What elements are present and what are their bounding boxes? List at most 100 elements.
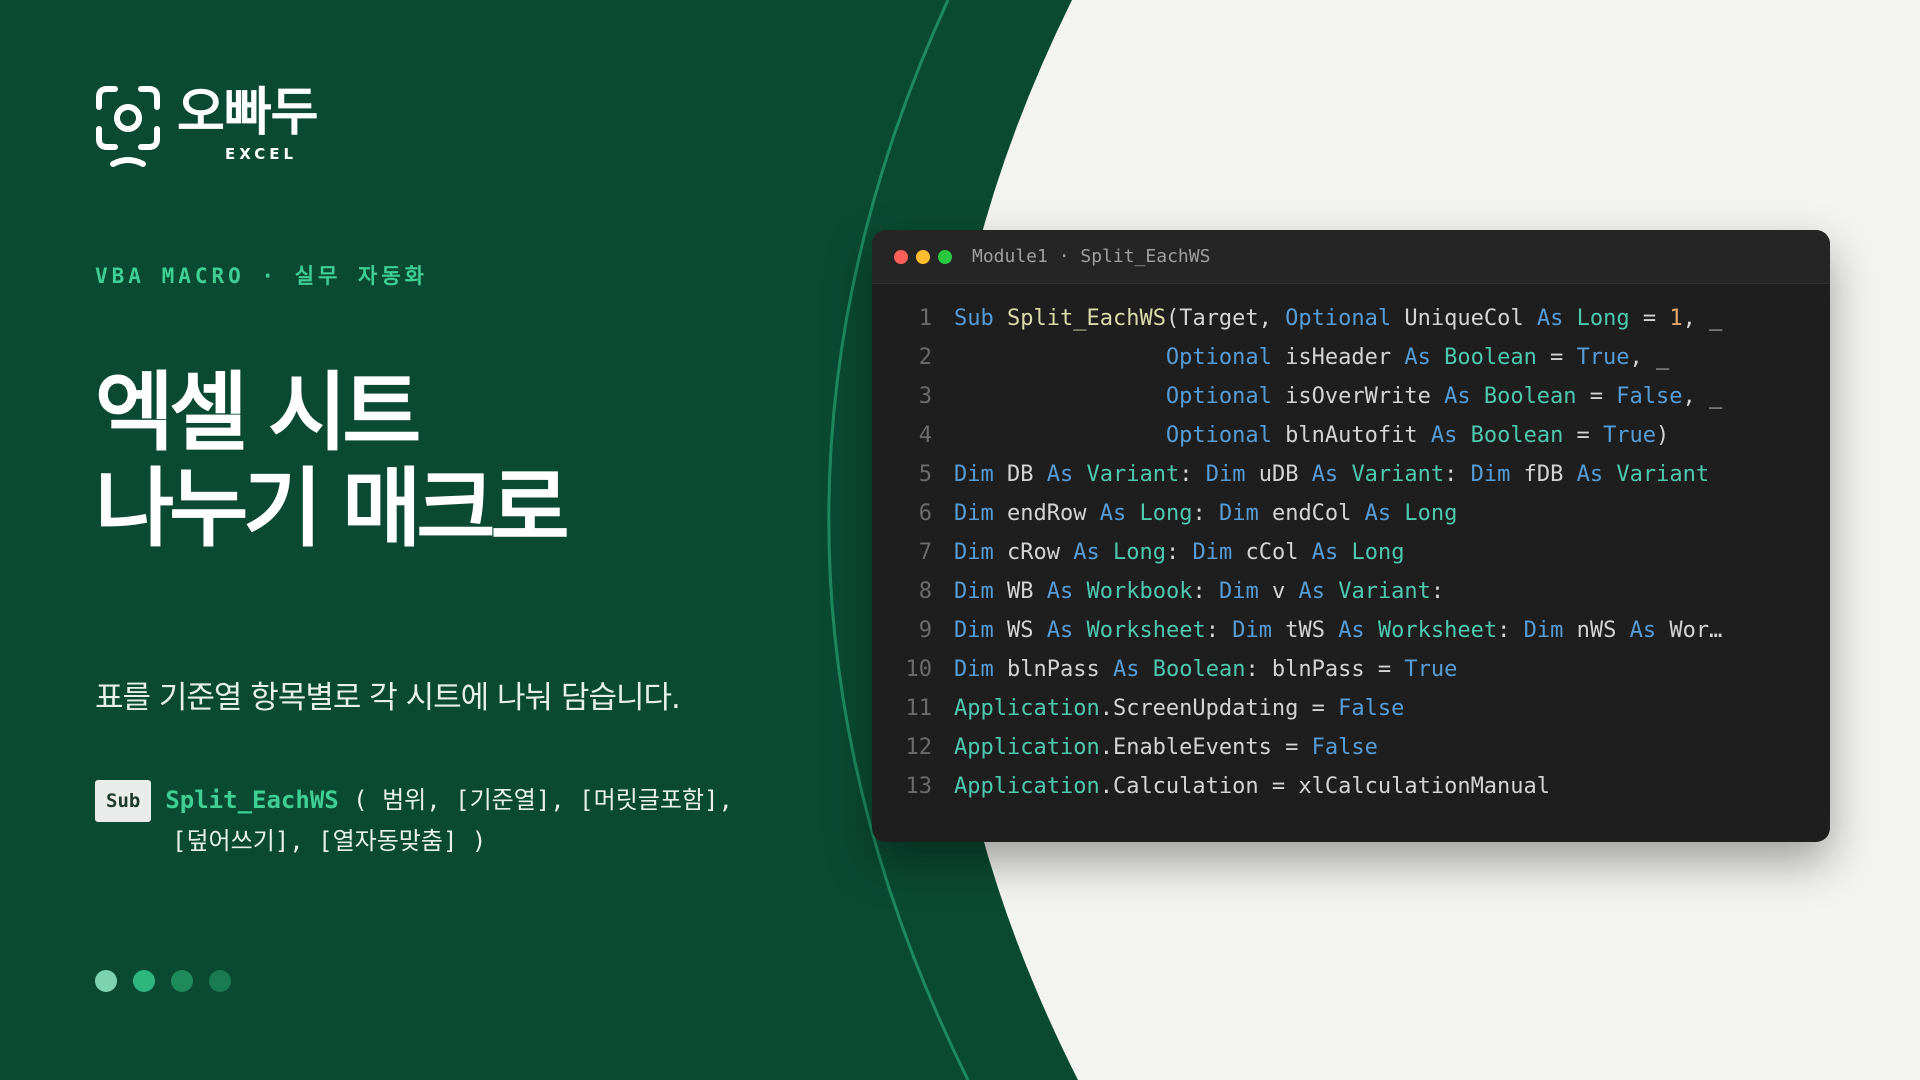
close-dot-icon[interactable] (894, 249, 908, 264)
maximize-dot-icon[interactable] (938, 249, 952, 264)
code-area[interactable]: 1 Sub Split_EachWS(Target, Optional Uniqu… (872, 284, 1830, 806)
code-text: Dim blnPass As Boolean: blnPass = True (954, 650, 1457, 689)
code-token: False (1616, 384, 1683, 409)
code-token: : (1192, 579, 1219, 604)
code-line: 6 Dim endRow As Long: Dim endCol As Long (872, 494, 1830, 533)
tagline: VBA MACRO · 실무 자동화 (95, 264, 428, 288)
code-token: Dim (1218, 501, 1259, 526)
brand-name: 오빠두 (177, 83, 319, 143)
code-token: : blnPass = (1245, 657, 1405, 682)
code-token: Split_EachWS (1007, 306, 1166, 331)
code-text: Sub Split_EachWS(Target, Optional Unique… (954, 299, 1722, 338)
code-line: 11 Application.ScreenUpdating = False (872, 689, 1830, 728)
function-signature: Sub Split_EachWS ( 범위, [기준열], [머릿글포함], [덮… (95, 780, 733, 860)
code-token: : (1430, 579, 1445, 604)
code-token: Dim (954, 501, 994, 526)
code-token: Dim (954, 540, 994, 565)
page-title: 엑셀 시트 나누기 매크로 (95, 363, 570, 557)
code-token: Wor… (1656, 618, 1723, 643)
code-token: Dim (1205, 462, 1246, 487)
code-token: , _ (1682, 306, 1723, 331)
code-token: As (1298, 579, 1325, 604)
code-token: = (1576, 384, 1617, 409)
code-token: Dim (954, 579, 994, 604)
code-token: Long (1404, 501, 1458, 526)
code-token: Long (1139, 501, 1193, 526)
code-token: Variant (1086, 462, 1180, 487)
code-token: Dim (1470, 462, 1511, 487)
code-token: tWS (1271, 618, 1339, 643)
code-token: .Calculation = xlCalculationManual (1099, 774, 1551, 799)
code-token: Boolean (1152, 657, 1246, 682)
pagination-dot-4[interactable] (209, 970, 231, 992)
code-token: As (1404, 345, 1431, 370)
code-token: 1 (1669, 306, 1683, 331)
pagination-dot-2[interactable] (133, 970, 155, 992)
pagination-dot-3[interactable] (171, 970, 193, 992)
code-token: Dim (1218, 579, 1259, 604)
code-line: 1 Sub Split_EachWS(Target, Optional Uniqu… (872, 299, 1830, 338)
code-token: Application (954, 774, 1100, 799)
function-name: Split_EachWS (165, 786, 339, 814)
code-token: Worksheet (1377, 618, 1498, 643)
code-token: endCol (1258, 501, 1365, 526)
minimize-dot-icon[interactable] (916, 249, 930, 264)
code-token: As (1364, 501, 1392, 526)
code-token: isHeader (1271, 345, 1405, 370)
code-editor-window: Module1 · Split_EachWS 1 Sub Split_EachWS… (872, 230, 1830, 842)
line-number: 8 (918, 579, 932, 604)
code-token: Optional (1165, 345, 1272, 370)
code-token: , _ (1629, 345, 1670, 370)
line-number: 6 (918, 501, 932, 526)
code-token: Boolean (1470, 423, 1564, 448)
code-token: As (1311, 462, 1339, 487)
code-token: As (1430, 423, 1458, 448)
code-line: 5 Dim DB As Variant: Dim uDB As Variant: … (872, 455, 1830, 494)
line-number: 11 (905, 696, 933, 721)
code-token: Variant (1351, 462, 1445, 487)
params-line-1: ( 범위, [기준열], [머릿글포함], (338, 786, 733, 814)
code-line: 7 Dim cRow As Long: Dim cCol As Long (872, 533, 1830, 572)
code-token: Optional (1285, 306, 1392, 331)
line-number: 1 (918, 306, 932, 331)
code-token: .ScreenUpdating = (1099, 696, 1339, 721)
code-token: : (1192, 501, 1219, 526)
code-text: Dim endRow As Long: Dim endCol As Long (954, 494, 1457, 533)
code-token: As (1099, 501, 1127, 526)
code-token: As (1073, 540, 1100, 565)
code-token: Boolean (1483, 384, 1577, 409)
line-number: 3 (918, 384, 932, 409)
code-token: Dim (1523, 618, 1564, 643)
code-token: As (1112, 657, 1140, 682)
brand-logo: 오빠두 EXCEL (95, 83, 319, 171)
line-number: 2 (918, 345, 932, 370)
code-token: Optional (1165, 384, 1272, 409)
code-text: Dim cRow As Long: Dim cCol As Long (954, 533, 1404, 572)
title-line-1: 엑셀 시트 (95, 363, 421, 463)
line-number: 13 (905, 774, 933, 799)
pagination-dot-1[interactable] (95, 970, 117, 992)
code-token: Dim (1232, 618, 1272, 643)
code-token: Long (1112, 540, 1166, 565)
code-token: isOverWrite (1271, 384, 1445, 409)
code-token: , _ (1682, 384, 1723, 409)
code-token: : (1179, 462, 1206, 487)
camera-frame-logo-icon (96, 86, 160, 167)
code-token: Application (954, 735, 1100, 760)
editor-title: Module1 · Split_EachWS (972, 246, 1211, 267)
code-text: Application.Calculation = xlCalculationM… (954, 767, 1550, 806)
